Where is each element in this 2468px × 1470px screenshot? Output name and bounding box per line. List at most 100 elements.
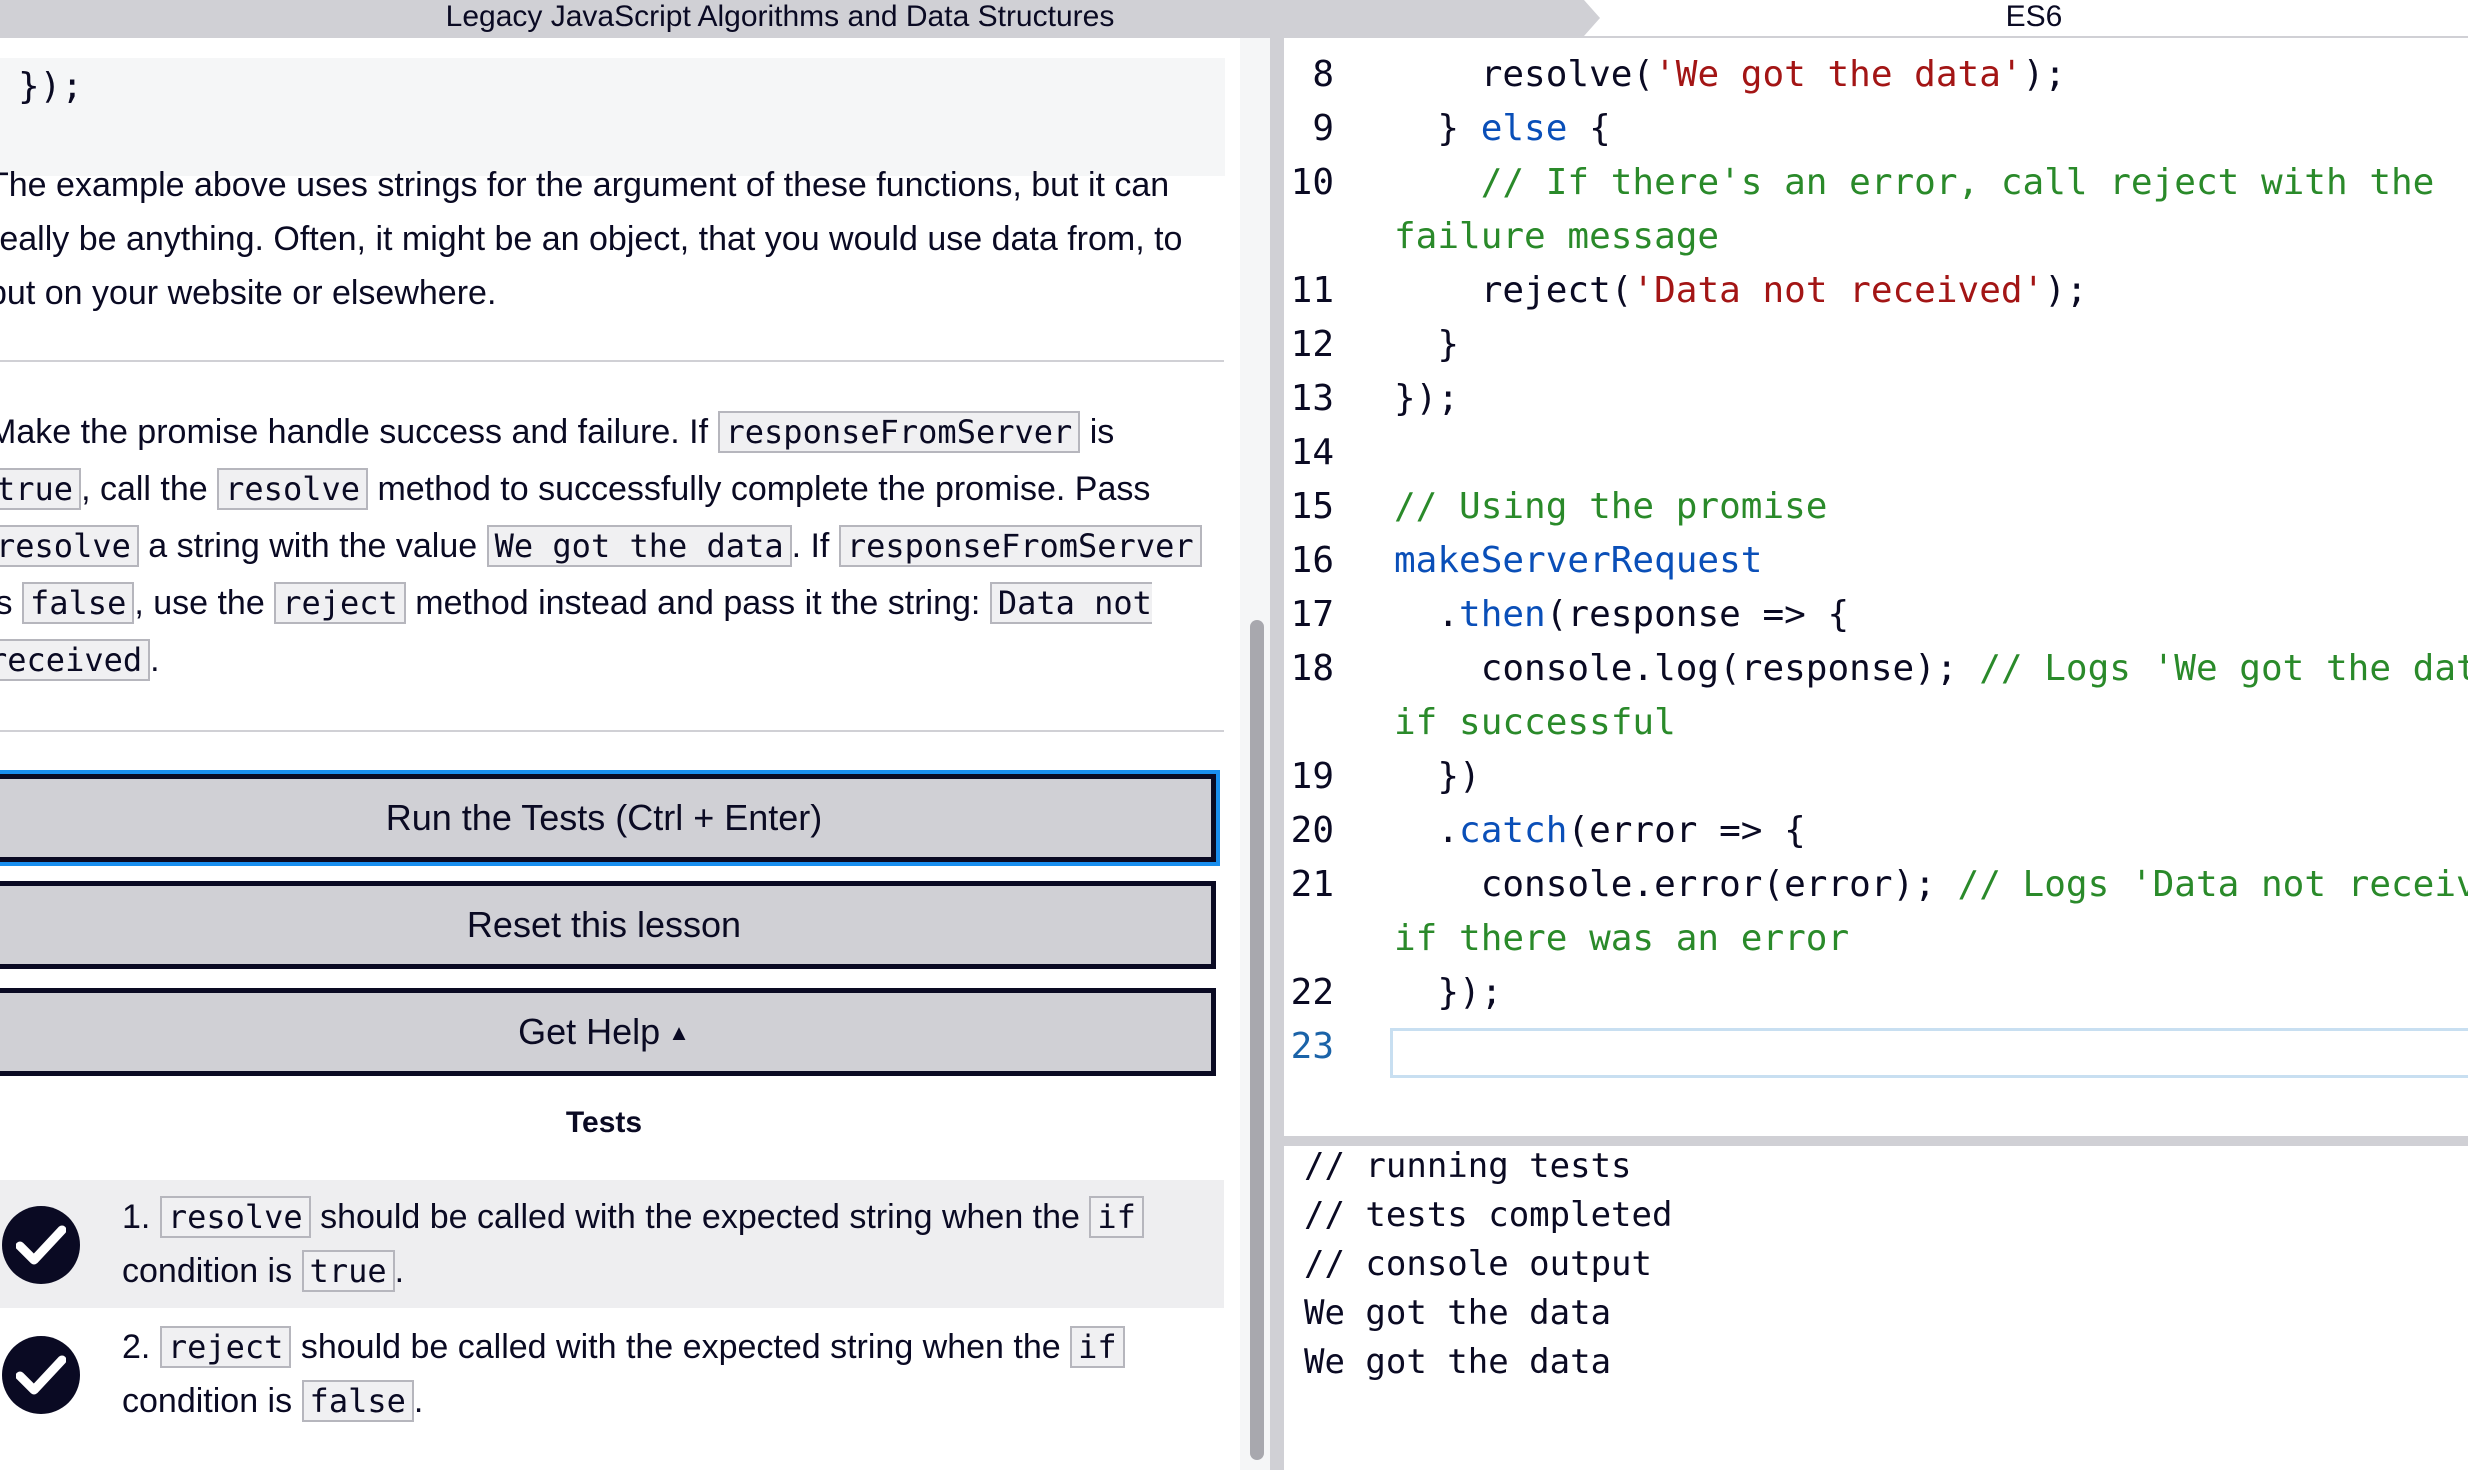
- breadcrumb-course[interactable]: Legacy JavaScript Algorithms and Data St…: [0, 0, 1600, 36]
- code-line[interactable]: }): [1394, 756, 1480, 797]
- code-token: (response => {: [1545, 594, 1850, 635]
- comment-token: // Logs 'We got the data': [1979, 648, 2468, 689]
- breadcrumb-section[interactable]: ES6: [1600, 0, 2468, 36]
- task-text: a string with the value: [138, 527, 487, 565]
- code-token: console.log(response);: [1394, 648, 1980, 689]
- inline-code: resolve: [159, 1196, 311, 1238]
- caret-up-icon: ▲: [668, 1020, 690, 1045]
- string-token: 'We got the data': [1654, 54, 2023, 95]
- inline-code: reject: [274, 582, 406, 624]
- reset-lesson-button[interactable]: Reset this lesson: [0, 881, 1216, 969]
- code-line[interactable]: resolve('We got the data');: [1394, 54, 2066, 95]
- code-line[interactable]: reject('Data not received');: [1394, 270, 2088, 311]
- code-line[interactable]: });: [1394, 378, 1459, 419]
- divider: [0, 360, 1224, 362]
- console-line: We got the data: [1304, 1342, 1612, 1382]
- get-help-button[interactable]: Get Help ▲: [0, 988, 1216, 1076]
- breadcrumb-course-label: Legacy JavaScript Algorithms and Data St…: [445, 0, 1115, 33]
- code-line[interactable]: console.error(error); // Logs 'Data not …: [1394, 864, 2468, 905]
- code-token: resolve(: [1394, 54, 1655, 95]
- code-line[interactable]: });: [1394, 972, 1502, 1013]
- divider: [0, 730, 1224, 732]
- keyword-token: else: [1480, 108, 1568, 149]
- code-token: console.error(error);: [1394, 864, 1958, 905]
- code-line[interactable]: console.log(response); // Logs 'We got t…: [1394, 648, 2468, 689]
- test-text: should be called with the expected strin…: [291, 1328, 1071, 1366]
- string-token: 'Data not received': [1632, 270, 2045, 311]
- line-number: 22: [1290, 972, 1334, 1013]
- line-number: 9: [1312, 108, 1334, 149]
- check-circle-icon: [2, 1206, 80, 1284]
- line-number: 17: [1290, 594, 1334, 635]
- task-description: Make the promise handle success and fail…: [0, 404, 1218, 689]
- line-number: 23: [1290, 1026, 1334, 1067]
- console-line: // console output: [1304, 1244, 1652, 1284]
- comment-token: // Logs 'Data not received': [1957, 864, 2468, 905]
- inline-code: true: [301, 1250, 395, 1292]
- instructions-paragraph: The example above uses strings for the a…: [0, 166, 1183, 312]
- code-line-wrap[interactable]: failure message: [1394, 216, 1719, 257]
- code-token: (error => {: [1567, 810, 1806, 851]
- console-line: // tests completed: [1304, 1195, 1673, 1235]
- code-line[interactable]: .then(response => {: [1394, 594, 1849, 635]
- test-text: condition is: [122, 1252, 302, 1290]
- task-text: . If: [791, 527, 839, 565]
- code-line[interactable]: .catch(error => {: [1394, 810, 1806, 851]
- comment-token: failure message: [1394, 216, 1720, 257]
- code-token: );: [2022, 54, 2066, 95]
- test-number: 2.: [122, 1328, 151, 1366]
- line-number: 21: [1290, 864, 1334, 905]
- task-text: , call the: [81, 470, 218, 508]
- active-line-highlight[interactable]: [1390, 1028, 2468, 1078]
- scrollbar-thumb[interactable]: [1250, 620, 1264, 1460]
- line-number: 12: [1290, 324, 1334, 365]
- code-token: reject(: [1394, 270, 1633, 311]
- test-number: 1.: [122, 1198, 151, 1236]
- inline-code: We got the data: [486, 525, 792, 567]
- inline-code: false: [301, 1380, 414, 1422]
- line-number: 16: [1290, 540, 1334, 581]
- get-help-label: Get Help: [518, 1011, 661, 1052]
- test-text: .: [394, 1252, 405, 1290]
- inline-code: true: [0, 468, 82, 510]
- tests-heading: Tests: [565, 1106, 643, 1139]
- code-line-wrap[interactable]: if there was an error: [1394, 918, 1849, 959]
- test-description: 1. resolve should be called with the exp…: [122, 1190, 1212, 1298]
- console-line: // running tests: [1304, 1146, 1632, 1186]
- code-line[interactable]: // If there's an error, call reject with…: [1394, 162, 2435, 203]
- task-text: , use the: [134, 584, 275, 622]
- code-token: .: [1394, 810, 1460, 851]
- test-text: should be called with the expected strin…: [310, 1198, 1090, 1236]
- inline-code: if: [1089, 1196, 1144, 1238]
- line-number: 18: [1290, 648, 1334, 689]
- run-tests-button[interactable]: Run the Tests (Ctrl + Enter): [0, 774, 1216, 862]
- inline-code: false: [22, 582, 135, 624]
- test-description: 2. reject should be called with the expe…: [122, 1320, 1212, 1428]
- instructions-pane: }); The example above uses strings for t…: [0, 38, 1240, 1470]
- code-token: .: [1394, 594, 1460, 635]
- code-line[interactable]: }: [1394, 324, 1459, 365]
- inline-code: resolve: [217, 468, 368, 510]
- line-number: 14: [1290, 432, 1334, 473]
- code-editor[interactable]: 8 resolve('We got the data'); 9 } else {…: [1270, 38, 2468, 1136]
- console-resizer[interactable]: [1270, 1136, 2468, 1146]
- example-code-text: });: [18, 66, 84, 107]
- code-token: );: [2044, 270, 2088, 311]
- line-number: 15: [1290, 486, 1334, 527]
- task-text: is: [1080, 413, 1115, 451]
- console-output: // running tests // tests completed // c…: [1270, 1146, 2468, 1470]
- task-text: method to successfully complete the prom…: [368, 470, 1151, 508]
- code-line[interactable]: // Using the promise: [1394, 486, 1827, 527]
- task-text: method instead and pass it the string:: [405, 584, 990, 622]
- test-text: condition is: [122, 1382, 302, 1420]
- code-line[interactable]: } else {: [1394, 108, 1610, 149]
- test-item: 2. reject should be called with the expe…: [0, 1310, 1224, 1438]
- comment-token: // If there's an error, call reject with…: [1480, 162, 2435, 203]
- code-line[interactable]: makeServerRequest: [1394, 540, 1762, 581]
- code-line-wrap[interactable]: if successful: [1394, 702, 1676, 743]
- inline-code: responseFromServer: [717, 411, 1081, 453]
- task-text: is: [0, 584, 13, 622]
- method-token: then: [1459, 594, 1546, 635]
- check-circle-icon: [2, 1336, 80, 1414]
